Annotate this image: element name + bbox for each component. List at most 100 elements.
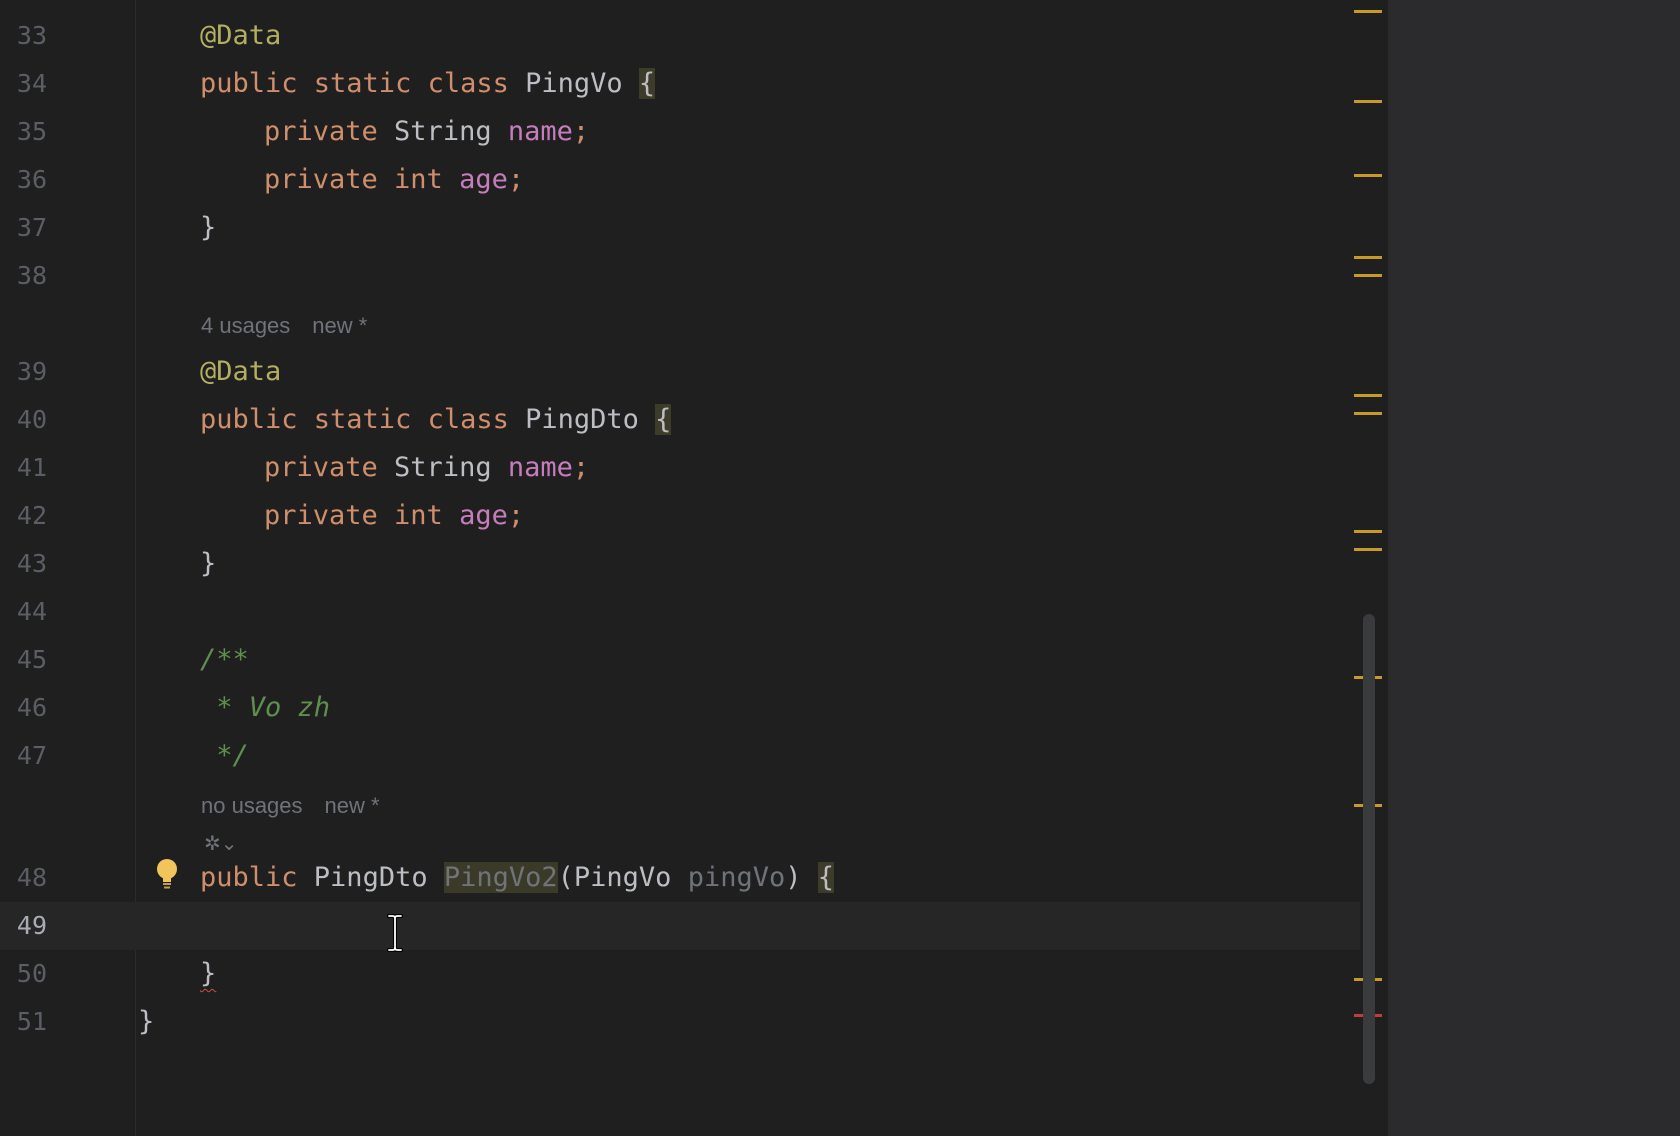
code-text[interactable]: @Data — [200, 12, 281, 60]
warning-stripe-marker[interactable] — [1354, 174, 1382, 177]
code-text[interactable]: * Vo zh — [200, 684, 330, 732]
code-text[interactable]: } — [138, 998, 154, 1046]
annotation-token: @Data — [200, 356, 282, 387]
type-token: String — [394, 452, 508, 483]
code-line-35[interactable]: 35 private String name; — [0, 108, 1360, 156]
open-brace: { — [655, 404, 672, 435]
field-token: name — [507, 452, 573, 483]
code-line-48[interactable]: 48 public PingDto PingVo2(PingVo pingVo)… — [0, 854, 1360, 902]
author-hint[interactable]: new * — [312, 313, 367, 338]
code-line-45[interactable]: 45 /** — [0, 636, 1360, 684]
code-line-34[interactable]: 34 public static class PingVo { — [0, 60, 1360, 108]
code-text[interactable]: public static class PingVo { — [200, 60, 656, 108]
line-number: 50 — [16, 959, 47, 988]
comment-token: /** — [200, 644, 249, 675]
code-text[interactable]: public static class PingDto { — [200, 396, 672, 444]
keyword-token: public static class — [200, 68, 526, 99]
semicolon: ; — [507, 164, 525, 195]
line-number: 34 — [16, 69, 47, 98]
line-number: 48 — [16, 863, 47, 892]
comment-token: * Vo zh — [200, 692, 331, 723]
code-line-46[interactable]: 46 * Vo zh — [0, 684, 1360, 732]
code-line-38[interactable]: 38 — [0, 252, 1360, 300]
code-line-40[interactable]: 40 public static class PingDto { — [0, 396, 1360, 444]
keyword-token: private int — [264, 500, 460, 531]
usages-count[interactable]: no usages — [201, 793, 303, 818]
usages-hint[interactable]: no usages new * — [201, 782, 380, 830]
line-number: 35 — [16, 117, 47, 146]
code-text[interactable]: private int age; — [264, 156, 524, 204]
code-line-41[interactable]: 41 private String name; — [0, 444, 1360, 492]
code-line-36[interactable]: 36 private int age; — [0, 156, 1360, 204]
warning-stripe-marker[interactable] — [1354, 412, 1382, 415]
vertical-scrollbar-thumb[interactable] — [1363, 614, 1375, 1084]
paren-token: ) — [785, 862, 818, 893]
annotation-token: @Data — [200, 20, 282, 51]
class-name-token: PingDto — [525, 404, 656, 435]
code-text[interactable]: private String name; — [264, 444, 589, 492]
code-text[interactable]: } — [200, 540, 216, 588]
code-text[interactable]: */ — [200, 732, 249, 780]
text-cursor-icon — [387, 914, 403, 952]
line-number: 51 — [16, 1007, 47, 1036]
line-number: 45 — [16, 645, 47, 674]
warning-stripe-marker[interactable] — [1354, 548, 1382, 551]
code-line-37[interactable]: 37 } — [0, 204, 1360, 252]
code-text[interactable]: private String name; — [264, 108, 589, 156]
code-line-43[interactable]: 43 } — [0, 540, 1360, 588]
semicolon: ; — [572, 452, 590, 483]
semicolon: ; — [507, 500, 525, 531]
line-number: 47 — [16, 741, 47, 770]
keyword-token: public static class — [200, 404, 526, 435]
usages-hint[interactable]: 4 usages new * — [201, 302, 367, 350]
param-name-token: pingVo — [687, 862, 786, 893]
close-brace: } — [200, 958, 217, 989]
line-number: 43 — [16, 549, 47, 578]
keyword-token: private — [264, 452, 395, 483]
line-number: 38 — [16, 261, 47, 290]
author-hint[interactable]: new * — [325, 793, 380, 818]
code-text[interactable]: private int age; — [264, 492, 524, 540]
warning-stripe-marker[interactable] — [1354, 100, 1382, 103]
warning-stripe-marker[interactable] — [1354, 256, 1382, 259]
open-brace: { — [638, 68, 656, 99]
line-number: 46 — [16, 693, 47, 722]
type-token: String — [394, 116, 508, 147]
line-number: 40 — [16, 405, 47, 434]
warning-stripe-marker[interactable] — [1354, 530, 1382, 533]
line-number: 49 — [16, 911, 47, 940]
close-brace: } — [200, 548, 217, 579]
type-token: PingDto — [313, 862, 444, 893]
code-line-50[interactable]: 50 } — [0, 950, 1360, 998]
method-name-token: PingVo2 — [443, 862, 558, 893]
code-text[interactable]: /** — [200, 636, 249, 684]
code-line-44[interactable]: 44 — [0, 588, 1360, 636]
close-brace: } — [138, 1006, 155, 1037]
keyword-token: private — [264, 116, 395, 147]
warning-stripe-marker[interactable] — [1354, 10, 1382, 13]
warning-stripe-marker[interactable] — [1354, 394, 1382, 397]
code-text[interactable]: } — [200, 204, 216, 252]
warning-stripe-marker[interactable] — [1354, 274, 1382, 277]
line-number: 33 — [16, 21, 47, 50]
comment-token: */ — [200, 740, 249, 771]
code-text[interactable]: @Data — [200, 348, 281, 396]
code-line-33[interactable]: 33 @Data — [0, 12, 1360, 60]
line-number: 36 — [16, 165, 47, 194]
code-line-42[interactable]: 42 private int age; — [0, 492, 1360, 540]
ai-assistant-icon[interactable]: ✲⌄ — [204, 830, 244, 856]
code-line-49[interactable]: 49 — [0, 902, 1360, 950]
code-text[interactable]: public PingDto PingVo2(PingVo pingVo) { — [200, 854, 835, 902]
code-editor[interactable]: 33 @Data 34 public static class PingVo {… — [0, 0, 1388, 1136]
line-number: 41 — [16, 453, 47, 482]
line-number: 39 — [16, 357, 47, 386]
side-panel — [1388, 0, 1680, 1136]
code-line-47[interactable]: 47 */ — [0, 732, 1360, 780]
lightbulb-icon[interactable] — [154, 857, 180, 891]
field-token: age — [459, 500, 508, 531]
usages-count[interactable]: 4 usages — [201, 313, 290, 338]
code-text[interactable]: } — [200, 950, 216, 998]
field-token: age — [459, 164, 508, 195]
code-line-39[interactable]: 39 @Data — [0, 348, 1360, 396]
code-line-51[interactable]: 51 } — [0, 998, 1360, 1046]
